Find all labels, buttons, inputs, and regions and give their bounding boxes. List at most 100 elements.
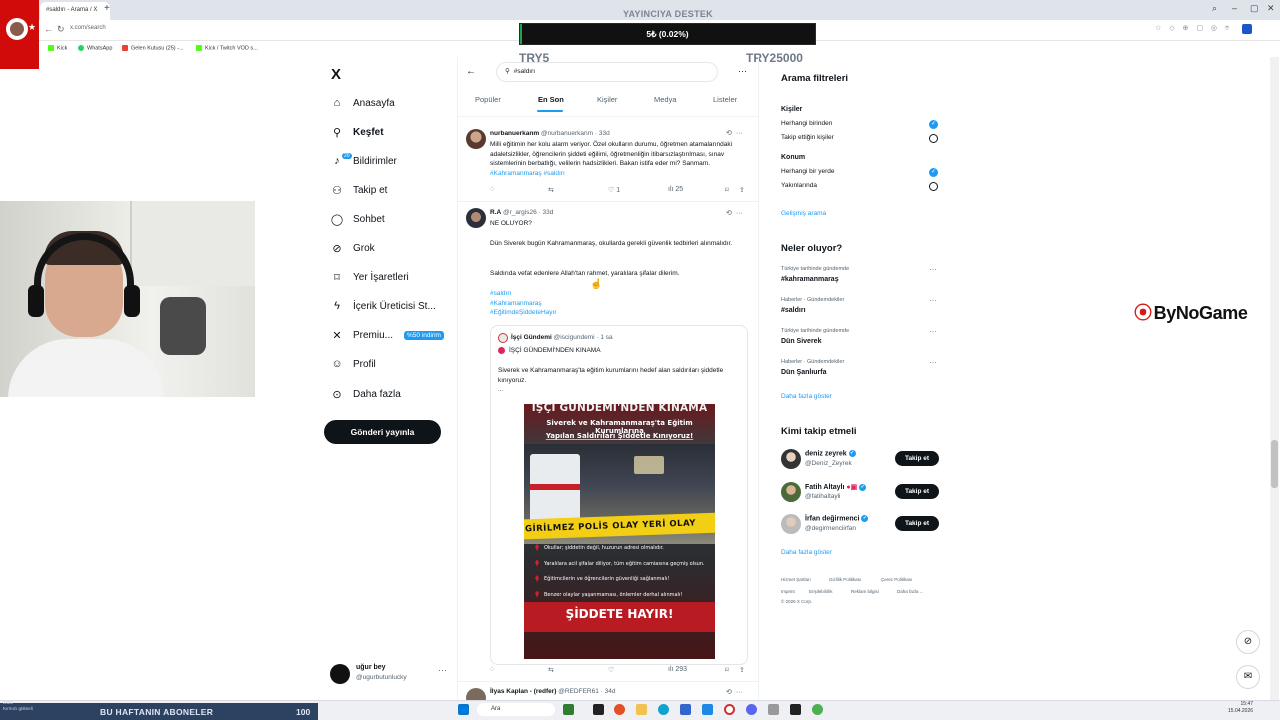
tab-latest[interactable]: En Son [538,95,564,104]
tab-people[interactable]: Kişiler [597,95,617,104]
filter-option[interactable]: Herhangi bir yerde [781,168,834,175]
tweet-hashtags[interactable]: #saldırı #Kahramanmaraş #EğitimdeŞiddete… [490,289,748,318]
footer-link[interactable]: Çerez Politikası [881,577,912,582]
tweet-image-poster[interactable]: İŞÇİ GÜNDEMİ'NDEN KINAMA Siverek ve Kahr… [524,404,715,659]
reload-icon[interactable]: ↻ [57,24,65,35]
hashtag-link[interactable]: #EğitimdeŞiddeteHayır [490,308,748,318]
app-icon[interactable] [702,704,713,715]
radio-empty-icon[interactable] [929,182,938,191]
scrollbar-thumb[interactable] [1271,440,1278,488]
tweet-tools[interactable]: ⟲ ··· [726,209,743,217]
more-icon[interactable]: ··· [929,296,937,305]
footer-link[interactable]: Erişilebilirlik [809,589,833,594]
suggested-user-name[interactable]: Fatih Altaylı ●▣ ✓ [805,483,867,491]
tweet-tools[interactable]: ⟲ ··· [726,688,743,696]
suggested-user-name[interactable]: İrfan değirmenci ✓ [805,515,869,522]
hashtag-link[interactable]: #saldırı [490,289,748,299]
browser-tab[interactable]: #saldırı - Arama / X [40,2,110,20]
bookmark-gmail[interactable]: Gelen Kutusu (25) -... [122,45,184,51]
grok-float-button[interactable]: ⊘ [1236,630,1260,654]
trend-item[interactable]: Dün Şanlıurfa [781,369,827,376]
x-logo[interactable]: X [331,66,341,83]
sidebar-item-bookmarks[interactable]: ⌑ Yer İşaretleri [330,266,409,288]
discord-icon[interactable] [746,704,757,715]
app-icon[interactable] [614,704,625,715]
sidebar-item-more[interactable]: ⊙ Daha fazla [330,383,400,405]
avatar[interactable] [781,514,801,534]
bookmark-kick[interactable]: Kick [48,45,67,51]
bookmark-icon[interactable]: ⌑ [725,186,729,194]
sidebar-item-follow[interactable]: ⚇ Takip et [330,179,387,201]
back-arrow-icon[interactable]: ← [466,66,476,77]
account-switcher[interactable]: uğur bey @ugurbutunlucky ··· [330,662,450,686]
share-icon[interactable]: ⇪ [739,666,745,674]
new-tab-icon[interactable]: + [104,3,110,14]
extension-icons[interactable]: ☆ ◇ ⊕ ▢ ◎ ⌾ [1155,24,1232,33]
trend-item[interactable]: Dün Siverek [781,338,821,345]
filter-option[interactable]: Takip ettiğin kişiler [781,134,834,141]
trend-item[interactable]: #saldırı [781,307,806,314]
edge-icon[interactable] [658,704,669,715]
bookmark-whatsapp[interactable]: WhatsApp [78,45,112,51]
taskbar-search[interactable]: Ara [477,703,555,716]
minimize-icon[interactable]: – [1232,3,1237,13]
footer-link[interactable]: Hizmet Şartları [781,577,811,582]
app-icon[interactable] [790,704,801,715]
trend-item[interactable]: #kahramanmaraş [781,276,839,283]
sidebar-item-premium[interactable]: ✕ Premiu... %50 indirim [330,324,444,346]
maximize-icon[interactable]: ▢ [1250,3,1259,14]
radio-empty-icon[interactable] [929,134,938,143]
search-input[interactable]: ⚲ #saldırı [496,62,718,82]
reply-icon[interactable]: ◌ [490,186,494,193]
sidebar-item-creator-studio[interactable]: ϟ İçerik Üreticisi St... [330,295,436,317]
address-bar[interactable]: x.com/search [70,25,106,31]
reply-icon[interactable]: ◌ [490,666,494,673]
post-button[interactable]: Gönderi yayınla [324,420,441,444]
filter-option[interactable]: Yakınlarında [781,182,817,189]
taskbar-clock[interactable]: 15:47 15.04.2026 [1228,701,1253,715]
like-button[interactable]: ♡ 1 [608,186,620,194]
chrome-icon[interactable] [812,704,823,715]
views-count[interactable]: ılı 293 [668,666,687,673]
retweet-icon[interactable]: ⇆ [548,666,554,674]
store-icon[interactable] [680,704,691,715]
back-icon[interactable]: ← [44,24,53,34]
suggested-user-name[interactable]: deniz zeyrek ✓ [805,450,856,457]
start-icon[interactable] [458,704,469,715]
taskview-icon[interactable] [593,704,604,715]
show-more-trends-link[interactable]: Daha fazla göster [781,393,832,400]
retweet-icon[interactable]: ⇆ [548,186,554,194]
scrollbar-track[interactable] [1270,57,1279,700]
tab-media[interactable]: Medya [654,95,677,104]
like-icon[interactable]: ♡ [608,666,614,674]
radio-checked-icon[interactable]: ✓ [929,120,938,129]
bookmark-icon[interactable]: ⌑ [725,666,729,674]
more-icon[interactable]: ··· [738,66,747,76]
more-icon[interactable]: ··· [929,265,937,274]
follow-button[interactable]: Takip et [895,451,939,466]
widgets-icon[interactable] [563,704,574,715]
show-more-suggestions-link[interactable]: Daha fazla göster [781,549,832,556]
sidebar-item-home[interactable]: ⌂ Anasayfa [330,92,395,114]
follow-button[interactable]: Takip et [895,484,939,499]
avatar[interactable] [466,208,486,228]
footer-link[interactable]: Reklam bilgisi [851,589,879,594]
more-icon[interactable]: ··· [929,358,937,367]
avatar[interactable] [781,449,801,469]
sidebar-item-grok[interactable]: ⊘ Grok [330,237,374,259]
footer-link[interactable]: Daha fazla ... [897,589,924,594]
hashtag-link[interactable]: #Kahramanmaraş [490,299,748,309]
tab-popular[interactable]: Popüler [475,95,501,104]
advanced-search-link[interactable]: Gelişmiş arama [781,210,826,217]
sidebar-item-profile[interactable]: ☺ Profil [330,353,375,375]
more-icon[interactable]: ··· [929,327,937,336]
follow-button[interactable]: Takip et [895,516,939,531]
search-tabs-icon[interactable]: ⌕ [1212,3,1217,14]
folder-icon[interactable] [636,704,647,715]
opera-icon[interactable] [724,704,735,715]
views-count[interactable]: ılı 25 [668,186,683,193]
filter-option[interactable]: Herhangi birinden [781,120,832,127]
sidebar-item-notifications[interactable]: ♪ 20 Bildirimler [330,150,397,172]
app-icon[interactable] [768,704,779,715]
close-icon[interactable]: ✕ [1267,3,1275,14]
